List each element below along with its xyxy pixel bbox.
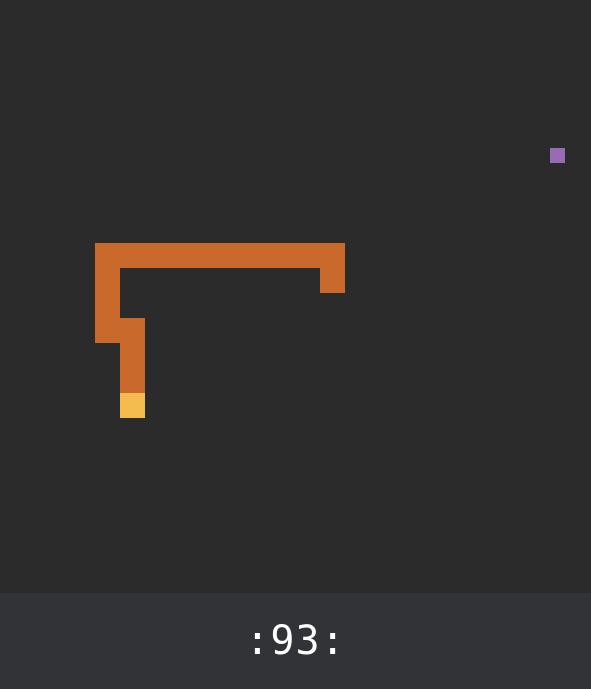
snake-segment [145, 243, 170, 268]
snake-segment [95, 293, 120, 318]
snake-segment [95, 243, 120, 268]
score-bar: :93: [0, 593, 591, 689]
snake-segment [170, 243, 195, 268]
snake-segment [270, 243, 295, 268]
snake-segment [95, 268, 120, 293]
snake-segment [95, 318, 120, 343]
game-board[interactable] [0, 0, 591, 593]
snake-segment [295, 243, 320, 268]
snake-segment [120, 318, 145, 343]
snake-segment [320, 268, 345, 293]
food-pellet-icon [550, 148, 565, 163]
snake-segment [120, 243, 145, 268]
snake-segment [245, 243, 270, 268]
snake-segment [195, 243, 220, 268]
snake-head [120, 393, 145, 418]
snake-segment [320, 243, 345, 268]
snake-segment [120, 343, 145, 368]
snake-segment [120, 368, 145, 393]
snake-segment [220, 243, 245, 268]
snake-game[interactable]: :93: [0, 0, 591, 689]
score-display: :93: [245, 618, 346, 664]
